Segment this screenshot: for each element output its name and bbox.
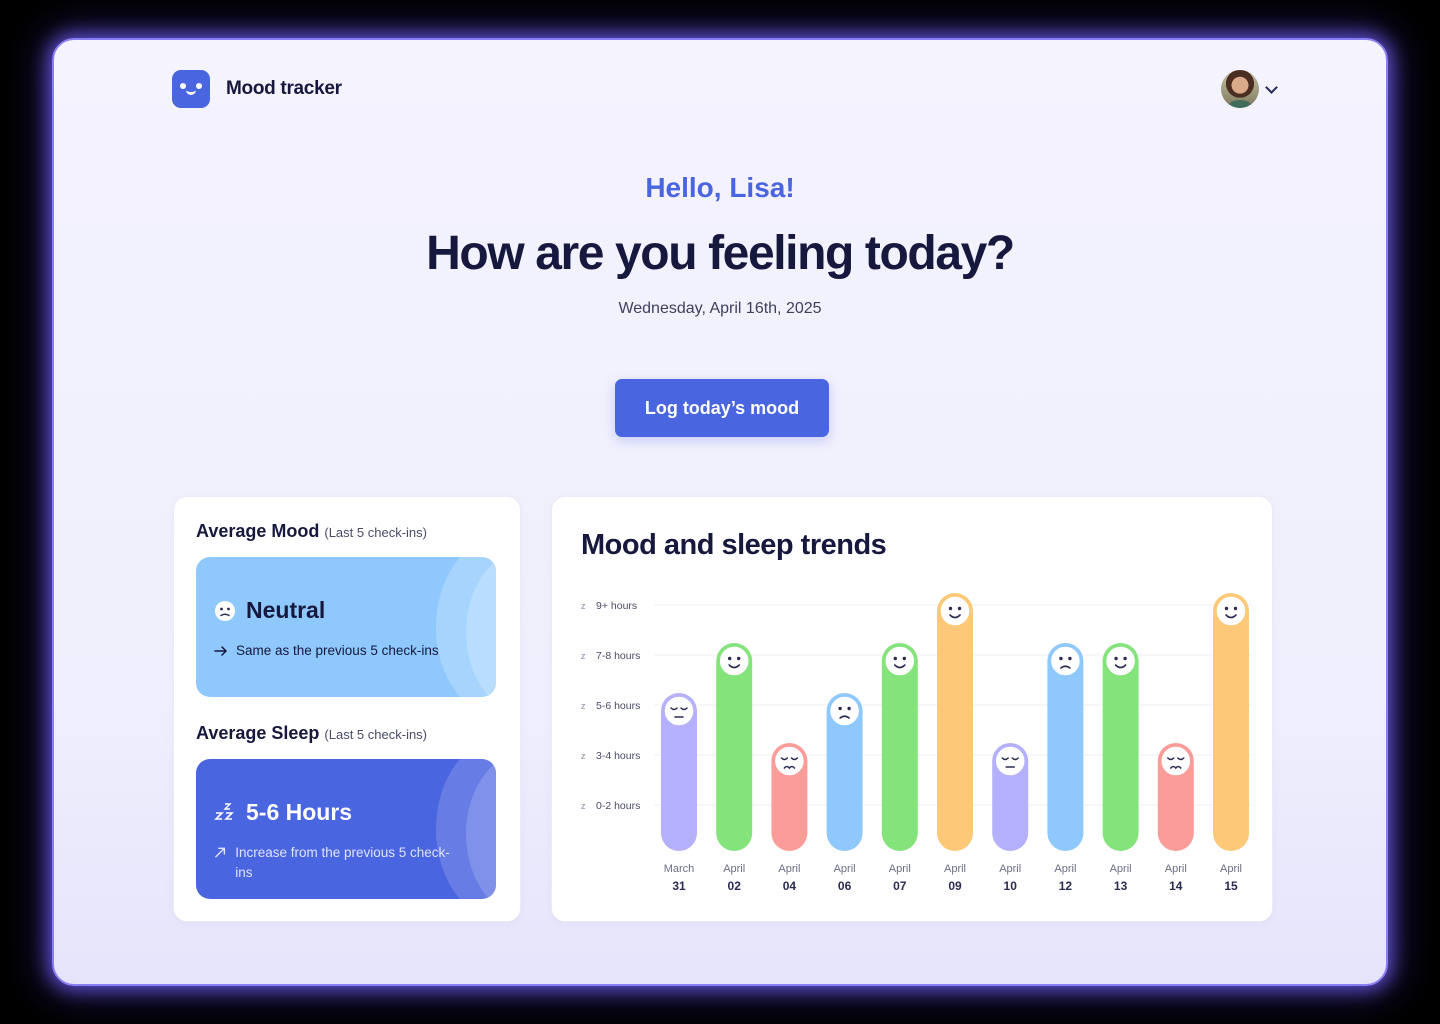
chevron-down-icon[interactable]: [1265, 80, 1278, 94]
greeting: Hello, Lisa!: [645, 172, 795, 203]
x-tick-day: 06: [838, 879, 852, 893]
y-tick-label: 0-2 hours: [596, 800, 640, 812]
x-tick-day: 02: [728, 879, 742, 893]
y-tick-label: 9+ hours: [596, 600, 637, 612]
brand-name: Mood tracker: [226, 78, 342, 99]
x-tick-month: April: [723, 863, 745, 875]
x-tick-day: 09: [948, 879, 962, 893]
eye: [1068, 656, 1072, 661]
eye: [1224, 606, 1229, 611]
happy-face-icon: [718, 645, 750, 677]
average-mood-tile: Neutral Same as the previous 5 check-ins: [196, 557, 496, 697]
very_happy-face-icon: [1215, 595, 1247, 627]
mood-sleep-chart: z 9+ hours z 7-8 hours z 5-6 hours z 3-4 hours z…: [581, 593, 1252, 893]
neutral-face-icon: [1049, 645, 1082, 677]
x-tick-month: April: [999, 863, 1021, 875]
page-title: How are you feeling today?: [426, 227, 1015, 280]
x-tick-day: 15: [1224, 879, 1238, 893]
x-tick-day: 04: [783, 879, 797, 893]
sad-face-icon: [1160, 745, 1192, 777]
app-window: Mood tracker Hello, Lisa! How are you fe…: [52, 38, 1388, 986]
y-tick-label: 3-4 hours: [596, 750, 640, 762]
happy-face-icon: [884, 645, 916, 677]
x-tick-day: 13: [1114, 879, 1128, 893]
arrow-right-icon: [214, 646, 228, 656]
logo-face-icon: [172, 70, 210, 108]
eye: [838, 706, 842, 711]
average-sleep-note: Increase from the previous 5 check-ins: [235, 845, 450, 880]
bar-april-09: [937, 593, 973, 851]
sleep-icon: z: [581, 801, 586, 811]
logo[interactable]: Mood tracker: [172, 70, 342, 108]
avatar[interactable]: [1221, 70, 1259, 108]
average-mood-title: Average Mood: [196, 521, 320, 541]
average-sleep-tile: 5-6 Hours Increase from the previous 5 c…: [196, 759, 496, 899]
summary-card: Average Mood (Last 5 check-ins) Neutral …: [173, 496, 521, 922]
trends-card: Mood and sleep trends z 9+ hours z 7-8 hour…: [551, 496, 1273, 922]
sleep-icon: z: [581, 701, 586, 711]
average-sleep-title: Average Sleep: [196, 723, 320, 743]
eye: [728, 656, 732, 661]
tired-face-icon: [663, 695, 695, 727]
average-sleep-qualifier: (Last 5 check-ins): [324, 727, 428, 742]
neutral-face-icon: [215, 600, 235, 621]
log-mood-button[interactable]: Log today’s mood: [615, 379, 829, 437]
arrow-up-right-icon: [215, 847, 226, 858]
current-date: Wednesday, April 16th, 2025: [618, 300, 822, 317]
bar-april-15: [1213, 593, 1249, 851]
eye: [893, 656, 897, 661]
x-tick-month: April: [889, 863, 911, 875]
x-tick-month: April: [834, 863, 856, 875]
x-tick-month: April: [778, 863, 800, 875]
sleep-icon: z: [581, 601, 586, 611]
x-tick-month: April: [1054, 863, 1076, 875]
average-mood-note: Same as the previous 5 check-ins: [236, 643, 439, 658]
x-tick-month: March: [664, 863, 695, 875]
sleep-icon: z: [581, 751, 586, 761]
eye: [1233, 606, 1238, 611]
average-mood-value: Neutral: [246, 597, 326, 623]
average-mood-qualifier: (Last 5 check-ins): [324, 525, 427, 540]
neutral-face-icon: [828, 695, 861, 727]
x-tick-day: 10: [1004, 879, 1018, 893]
tired-face-icon: [994, 745, 1026, 777]
zzz-icon: [214, 802, 234, 820]
y-tick-label: 5-6 hours: [596, 700, 640, 712]
happy-face-icon: [1104, 645, 1137, 677]
eye: [902, 656, 906, 661]
sad-face-icon: [773, 745, 806, 777]
average-mood-heading: Average Mood (Last 5 check-ins): [196, 521, 427, 542]
x-tick-day: 31: [672, 879, 686, 893]
x-tick-month: April: [1165, 863, 1187, 875]
average-sleep-heading: Average Sleep (Last 5 check-ins): [196, 723, 427, 744]
x-tick-month: April: [1220, 863, 1242, 875]
x-tick-month: April: [1110, 863, 1132, 875]
eye: [737, 656, 741, 661]
eye: [1114, 656, 1118, 661]
x-tick-day: 07: [893, 879, 907, 893]
sleep-icon: z: [581, 651, 586, 661]
eye: [847, 706, 851, 711]
x-tick-month: April: [944, 863, 966, 875]
eye: [957, 606, 962, 611]
eye: [1059, 656, 1063, 661]
eye: [1123, 656, 1127, 661]
very_happy-face-icon: [939, 595, 971, 627]
eye: [948, 606, 953, 611]
x-tick-day: 12: [1059, 879, 1073, 893]
y-tick-label: 7-8 hours: [596, 650, 640, 662]
user-menu[interactable]: [1221, 70, 1278, 108]
x-tick-day: 14: [1169, 879, 1183, 893]
average-sleep-value: 5-6 Hours: [246, 799, 353, 825]
